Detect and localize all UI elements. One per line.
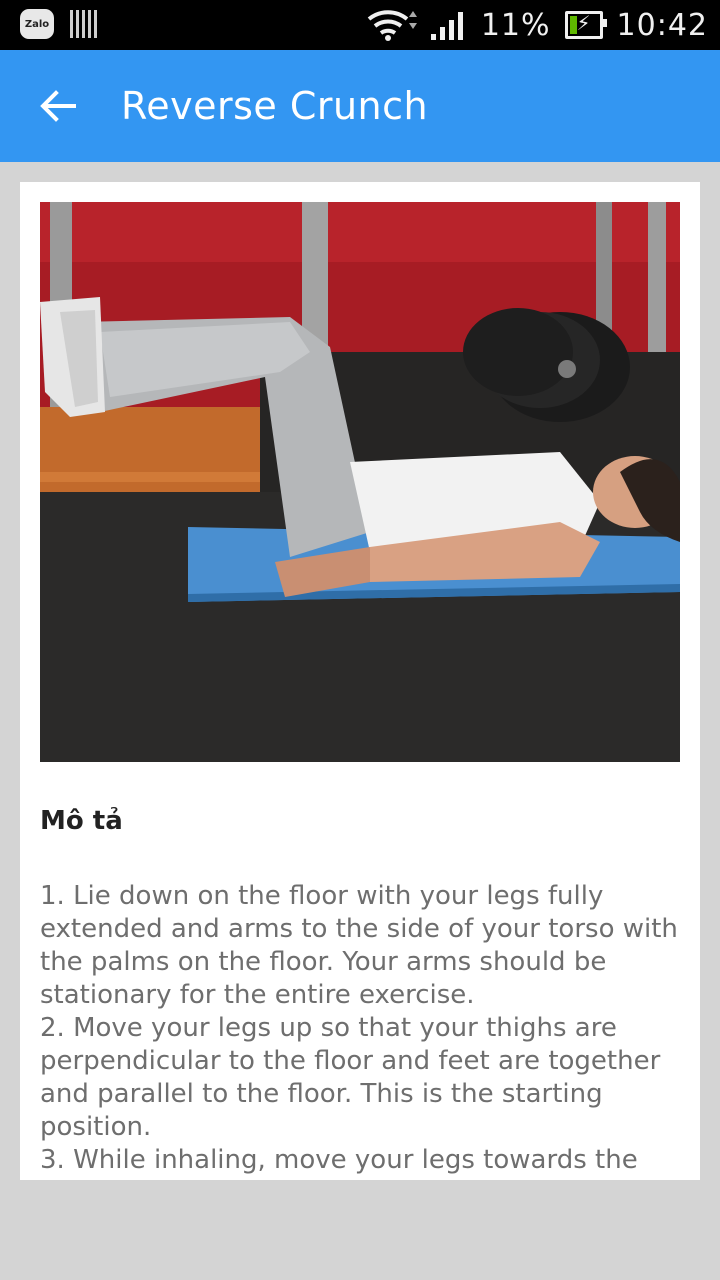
battery-charging-icon: ⚡ (564, 11, 607, 39)
wifi-icon (367, 10, 417, 41)
step-3: 3. While inhaling, move your legs toward… (40, 1145, 638, 1175)
app-bar: Reverse Crunch (0, 50, 720, 162)
arrow-left-icon (40, 90, 76, 122)
status-right: 11% ⚡ 10:42 (365, 0, 708, 50)
back-button[interactable] (36, 84, 80, 128)
step-2: 2. Move your legs up so that your thighs… (40, 1013, 661, 1142)
status-left: Zalo (20, 9, 97, 39)
zalo-icon: Zalo (20, 9, 54, 39)
step-1: 1. Lie down on the floor with your legs … (40, 881, 678, 1010)
exercise-card: Mô tả 1. Lie down on the floor with your… (20, 182, 700, 1180)
battery-percent: 11% (480, 7, 551, 43)
exercise-photo (40, 202, 680, 762)
clock: 10:42 (616, 7, 708, 43)
page-title: Reverse Crunch (121, 84, 429, 128)
signal-icon (430, 12, 463, 40)
description-text: 1. Lie down on the floor with your legs … (40, 880, 680, 1177)
description-heading: Mô tả (40, 806, 123, 836)
notification-bars-icon (70, 10, 97, 38)
status-bar: Zalo 11% ⚡ 10:42 (0, 0, 720, 50)
